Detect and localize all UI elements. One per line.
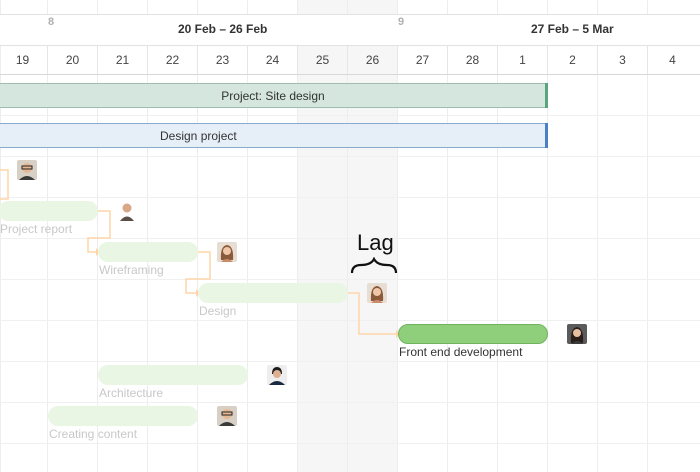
dependency-lines	[0, 169, 400, 338]
avatar[interactable]	[117, 201, 137, 221]
task-label: Front end development	[399, 345, 523, 359]
task-label: Wireframing	[99, 263, 164, 277]
task-bar-front-end-development[interactable]	[398, 324, 548, 344]
person-glasses-icon	[217, 406, 237, 426]
task-bar-wireframing[interactable]	[98, 242, 198, 262]
task-label: Architecture	[99, 386, 164, 400]
person-dark-hair-icon	[267, 365, 287, 385]
task-label: Creating content	[49, 427, 138, 441]
lag-annotation-label: Lag	[357, 230, 394, 255]
task-bar-creating-content[interactable]	[48, 406, 198, 426]
avatar[interactable]	[567, 324, 587, 344]
avatar[interactable]	[267, 365, 287, 385]
avatar[interactable]	[217, 406, 237, 426]
person-bald-icon	[117, 201, 137, 221]
avatar[interactable]	[217, 242, 237, 262]
person-woman-icon	[217, 242, 237, 262]
person-woman-icon	[367, 283, 387, 303]
task-label: Project report	[0, 222, 73, 236]
person-woman-dark-hair-icon	[567, 324, 587, 344]
avatar[interactable]	[367, 283, 387, 303]
task-label: Design	[199, 304, 237, 318]
task-bar-design[interactable]	[198, 283, 348, 303]
avatar[interactable]	[17, 160, 37, 180]
curly-brace-icon	[350, 257, 398, 274]
task-bar-project-report[interactable]	[0, 201, 98, 221]
dependency-line	[0, 169, 9, 200]
person-glasses-icon	[17, 160, 37, 180]
task-bar-architecture[interactable]	[98, 365, 248, 385]
